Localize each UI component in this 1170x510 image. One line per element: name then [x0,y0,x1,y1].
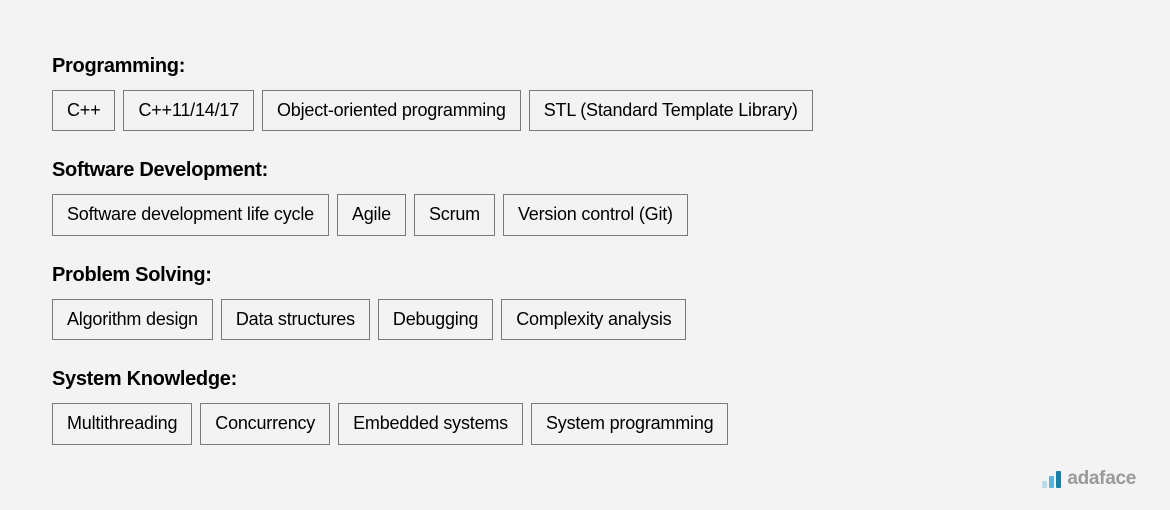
skill-tag: Algorithm design [52,299,213,340]
category-software-development: Software Development: Software developme… [52,159,1118,235]
category-title: System Knowledge: [52,368,1118,391]
skill-tag: Complexity analysis [501,299,686,340]
skill-tag: Object-oriented programming [262,90,521,131]
skill-tag: C++ [52,90,115,131]
tags-row: Algorithm design Data structures Debuggi… [52,299,1118,340]
skill-tag: Agile [337,194,406,235]
category-title: Problem Solving: [52,264,1118,287]
category-system-knowledge: System Knowledge: Multithreading Concurr… [52,368,1118,444]
skill-tag: Scrum [414,194,495,235]
skill-tag: Concurrency [200,403,330,444]
category-title: Software Development: [52,159,1118,182]
skill-tag: C++11/14/17 [123,90,254,131]
skill-tag: Version control (Git) [503,194,688,235]
skills-list: Programming: C++ C++11/14/17 Object-orie… [52,55,1118,445]
skill-tag: STL (Standard Template Library) [529,90,813,131]
skill-tag: System programming [531,403,728,444]
skill-tag: Data structures [221,299,370,340]
skill-tag: Multithreading [52,403,192,444]
brand-logo: adaface [1042,468,1136,490]
bars-icon [1042,471,1061,488]
bar-icon [1056,471,1061,488]
category-title: Programming: [52,55,1118,78]
category-problem-solving: Problem Solving: Algorithm design Data s… [52,264,1118,340]
skill-tag: Debugging [378,299,493,340]
tags-row: C++ C++11/14/17 Object-oriented programm… [52,90,1118,131]
tags-row: Software development life cycle Agile Sc… [52,194,1118,235]
skill-tag: Software development life cycle [52,194,329,235]
brand-name: adaface [1067,468,1136,490]
bar-icon [1042,481,1047,488]
bar-icon [1049,476,1054,488]
skill-tag: Embedded systems [338,403,523,444]
category-programming: Programming: C++ C++11/14/17 Object-orie… [52,55,1118,131]
tags-row: Multithreading Concurrency Embedded syst… [52,403,1118,444]
